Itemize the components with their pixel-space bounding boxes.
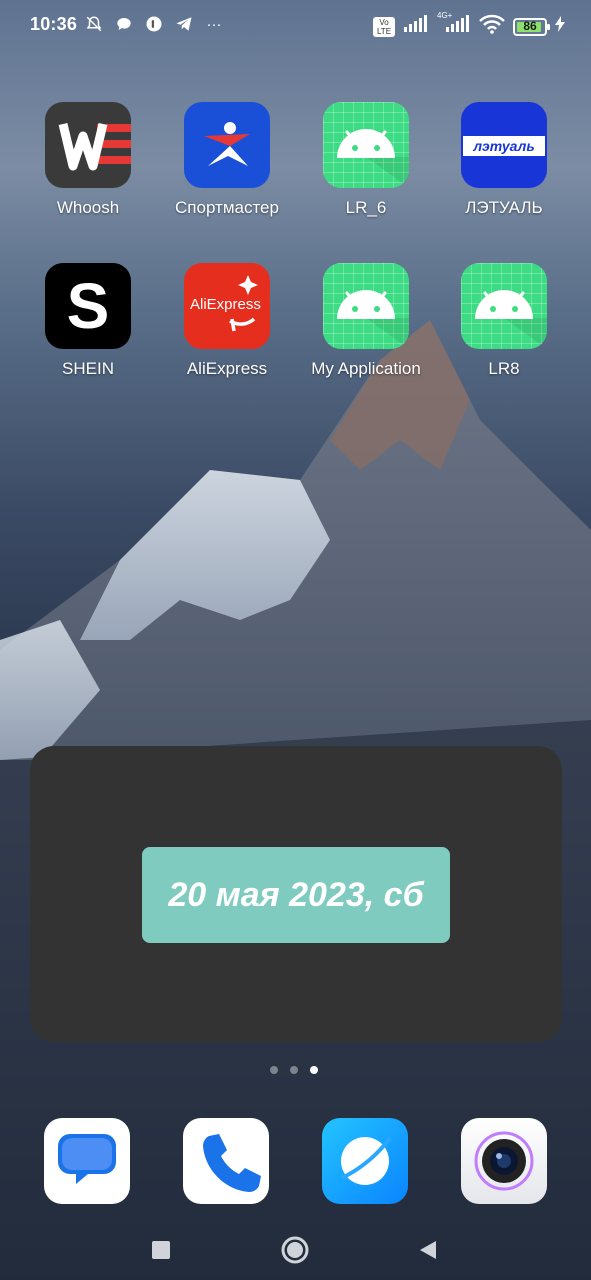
dock-messages[interactable]	[44, 1118, 130, 1204]
shein-logo-letter: S	[66, 270, 110, 342]
app-aliexpress[interactable]: AliExpress AliExpress	[157, 263, 297, 379]
app-label: SHEIN	[62, 359, 114, 378]
dock-camera[interactable]	[461, 1118, 547, 1204]
app-whoosh[interactable]: Whoosh	[18, 102, 158, 218]
notification-app-icon	[144, 14, 164, 34]
app-my-application[interactable]: My Application	[296, 263, 436, 379]
network-type-label: 4G+	[437, 11, 453, 20]
letual-icon: лэтуаль	[461, 102, 547, 188]
app-label: Спортмастер	[175, 198, 279, 217]
wifi-icon	[479, 14, 505, 39]
signal-icon-1	[403, 15, 429, 38]
android-icon	[461, 263, 547, 349]
app-label: My Application	[311, 359, 421, 378]
app-label: LR8	[488, 359, 520, 378]
back-triangle-icon	[420, 1241, 436, 1259]
status-bar: 10:36 ··· Vo LTE 4G+ 86	[0, 0, 591, 52]
page-dot-active	[310, 1066, 318, 1074]
app-label: LR_6	[345, 198, 387, 217]
home-circle-icon	[281, 1236, 309, 1264]
more-notifications-icon: ···	[206, 15, 222, 33]
messages-icon	[58, 1134, 116, 1184]
home-button[interactable]	[277, 1232, 313, 1268]
recents-button[interactable]	[143, 1232, 179, 1268]
dock-browser[interactable]	[322, 1118, 408, 1204]
bell-off-icon	[84, 14, 104, 34]
app-lr8[interactable]: LR8	[434, 263, 574, 379]
date-box[interactable]: 20 мая 2023, сб	[142, 847, 450, 943]
aliexpress-icon: AliExpress	[184, 263, 270, 349]
navigation-bar	[0, 1220, 591, 1280]
app-shein[interactable]: S SHEIN	[18, 263, 158, 379]
camera-icon	[474, 1131, 534, 1191]
app-lr6[interactable]: LR_6	[296, 102, 436, 218]
app-letual[interactable]: лэтуаль ЛЭТУАЛЬ	[434, 102, 574, 218]
app-sportmaster[interactable]: Спортмастер	[157, 102, 297, 218]
volte-icon: Vo LTE	[373, 16, 395, 37]
letual-logo-text: лэтуаль	[473, 138, 535, 154]
page-dot	[290, 1066, 298, 1074]
square-icon	[152, 1241, 170, 1259]
page-indicator	[270, 1066, 318, 1074]
shein-icon: S	[45, 263, 131, 349]
app-label: Whoosh	[56, 198, 120, 217]
date-widget[interactable]: 20 мая 2023, сб	[30, 746, 562, 1042]
phone-icon	[203, 1134, 261, 1192]
battery-level: 86	[523, 18, 537, 33]
date-text: 20 мая 2023, сб	[168, 875, 424, 914]
app-label: AliExpress	[186, 359, 268, 378]
charging-icon	[555, 16, 565, 37]
app-label: ЛЭТУАЛЬ	[465, 198, 543, 217]
dock-phone[interactable]	[183, 1118, 269, 1204]
whoosh-icon	[45, 102, 131, 188]
battery-icon: 86	[513, 17, 550, 36]
sportmaster-icon	[184, 102, 270, 188]
android-icon	[323, 102, 409, 188]
android-icon	[323, 263, 409, 349]
chat-bubble-icon	[114, 14, 134, 34]
telegram-icon	[174, 14, 194, 34]
clock: 10:36	[30, 14, 78, 34]
back-button[interactable]	[410, 1232, 446, 1268]
signal-icon-2: 4G+	[437, 11, 471, 38]
page-dot	[270, 1066, 278, 1074]
browser-icon	[341, 1136, 392, 1185]
